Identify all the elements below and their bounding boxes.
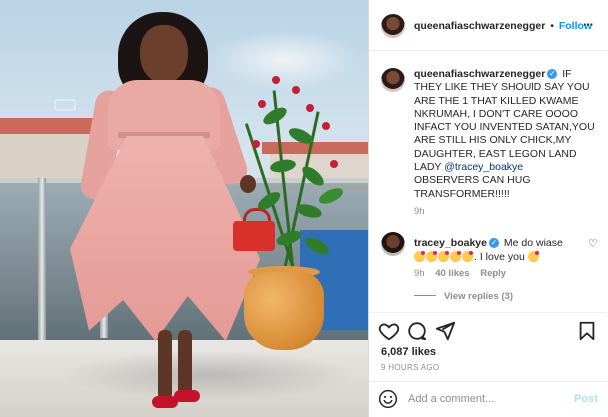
post-header: queenafiaschwarzenegger • Follow [414,20,592,32]
post-author-avatar[interactable] [381,14,405,38]
kiss-emoji-icon [462,251,473,262]
flower-bud [272,76,280,84]
kiss-emoji-icon [527,251,539,262]
caption-time[interactable]: 9h [414,206,425,217]
flower-bud [306,104,314,112]
flower-bud [330,160,338,168]
post-comment-button[interactable]: Post [574,393,598,405]
more-options-button[interactable]: ··· [583,17,594,32]
comment-meta: 9h 40 likes Reply [414,268,506,279]
kiss-emoji-icon [438,251,449,262]
caption-text-2: OBSERVERS CAN HUG TRANSFORMER!!!!! [414,174,531,200]
caption: queenafiaschwarzenegger ✓ IF THEY LIKE TH… [414,68,602,201]
smiley-icon[interactable] [378,389,398,409]
comment-text: Me do wiase [503,237,563,249]
add-comment-input[interactable]: Add a comment... [408,393,494,405]
flower-bud [292,86,300,94]
heart-icon[interactable] [378,320,400,342]
flower-pot [244,272,324,350]
likes-count[interactable]: 6,087 likes [381,346,436,358]
bookmark-icon[interactable] [576,320,598,342]
cloud [210,30,360,90]
woman-face [140,25,188,83]
comment-like-heart-icon[interactable]: ♡ [588,237,598,250]
kiss-emoji-icon [450,251,461,262]
caption-username[interactable]: queenafiaschwarzenegger [414,68,545,80]
post-photo[interactable] [0,0,368,417]
comment-author-avatar[interactable] [381,232,405,256]
verified-badge-icon: ✓ [488,238,499,248]
post-author-username[interactable]: queenafiaschwarzenegger [414,20,545,32]
flower-bud [322,122,330,130]
comment-username[interactable]: tracey_boakye [414,237,487,249]
background-roof [0,118,96,134]
comment-reply-button[interactable]: Reply [480,268,506,279]
woman-leg-right [178,330,192,396]
caption-text: IF THEY LIKE THEY SHOUlD SAY YOU ARE THE… [414,68,595,174]
background-house [0,130,90,180]
comment-box-divider [369,381,607,382]
view-replies-label[interactable]: View replies (3) [444,291,513,302]
comment-time[interactable]: 9h [414,268,425,279]
flower-bud [258,100,266,108]
view-replies-line [414,295,436,296]
kiss-emoji-icon [426,251,437,262]
verified-badge-icon: ✓ [547,69,558,79]
red-shoe [174,390,200,402]
share-icon[interactable] [434,320,456,342]
comment-likes[interactable]: 40 likes [435,268,469,279]
kiss-emoji-icon [414,251,425,262]
separator-dot: • [550,20,554,32]
watermark-logo [54,99,76,111]
caption-author-avatar[interactable] [381,68,405,92]
view-replies-button[interactable]: View replies (3) [414,291,513,302]
red-handbag [233,221,275,251]
header-divider [369,50,607,51]
plant-leaf [260,104,290,128]
comment-icon[interactable] [406,320,428,342]
flower-bud [252,140,260,148]
floor-shadow [60,350,360,400]
woman-hand [240,175,256,193]
actions-divider [369,312,607,313]
comment: tracey_boakye ✓ Me do wiase . I love you [414,236,564,264]
panel-divider [368,0,369,417]
comment-text-2: . I love you [474,251,525,263]
post-timestamp[interactable]: 9 HOURS AGO [381,363,439,372]
woman-leg-left [158,330,172,400]
caption-mention[interactable]: @tracey_boakye [444,161,523,173]
